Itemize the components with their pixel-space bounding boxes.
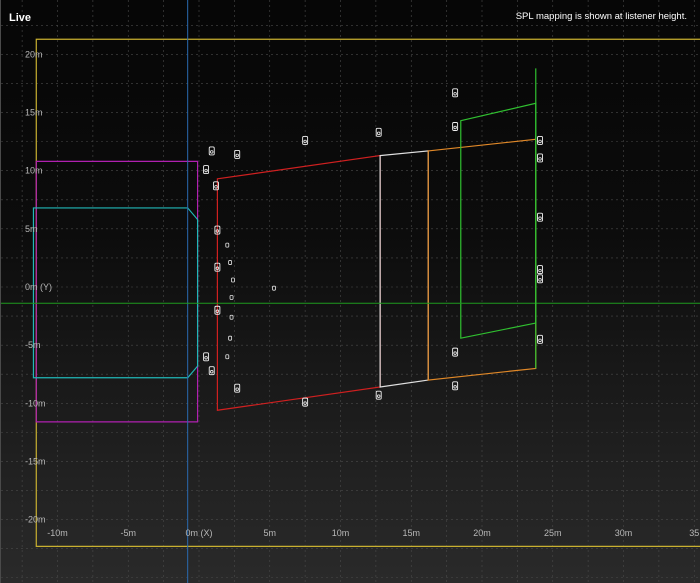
speaker-icon[interactable] — [537, 274, 543, 284]
zone-audience-white — [379, 150, 429, 388]
x-tick-label: 25m — [544, 528, 562, 538]
y-tick-label: 0m (Y) — [25, 282, 52, 292]
speaker-icon[interactable] — [302, 397, 309, 407]
x-tick-label: 30m — [615, 528, 633, 538]
speaker-icon[interactable] — [537, 212, 543, 222]
zones — [32, 38, 700, 547]
grid — [1, 0, 700, 583]
y-tick-label: -10m — [25, 398, 46, 408]
zone-stage-magenta — [35, 160, 199, 423]
x-tick-label: 0m (X) — [186, 528, 213, 538]
mic-icon[interactable] — [225, 354, 230, 360]
zone-audience-red — [216, 154, 381, 411]
mic-icon[interactable] — [228, 335, 233, 341]
x-tick-label: 15m — [402, 528, 420, 538]
speaker-icon[interactable] — [452, 88, 459, 98]
axis-labels: -10m -5m 0m (X) 5m 10m 15m 20m 25m 30m 35 20m 15m 10… — [25, 49, 699, 538]
speaker-icon[interactable] — [375, 127, 382, 137]
y-tick-label: -20m — [25, 515, 46, 525]
speaker-icon[interactable] — [203, 352, 210, 362]
x-tick-label: 10m — [332, 528, 350, 538]
speaker-icon[interactable] — [452, 381, 459, 391]
y-tick-label: 5m — [25, 224, 38, 234]
speaker-markers[interactable] — [203, 88, 543, 407]
speaker-icon[interactable] — [537, 153, 543, 163]
reference-lines — [1, 0, 700, 583]
speaker-icon[interactable] — [208, 146, 215, 156]
x-tick-label: 35 — [689, 528, 699, 538]
spl-view[interactable]: -10m -5m 0m (X) 5m 10m 15m 20m 25m 30m 35 20m 15m 10… — [0, 0, 700, 583]
view-title: Live — [9, 12, 32, 24]
speaker-icon[interactable] — [203, 165, 210, 174]
x-tick-label: -10m — [47, 528, 68, 538]
speaker-icon[interactable] — [537, 265, 543, 275]
mic-icon[interactable] — [231, 277, 235, 283]
speaker-icon[interactable] — [375, 390, 382, 400]
speaker-icon[interactable] — [208, 366, 215, 376]
speaker-icon[interactable] — [537, 334, 543, 344]
y-tick-label: -15m — [25, 456, 46, 466]
speaker-icon[interactable] — [452, 347, 459, 357]
spl-plot-canvas[interactable]: -10m -5m 0m (X) 5m 10m 15m 20m 25m 30m 35 20m 15m 10… — [1, 0, 700, 583]
x-tick-label: 5m — [263, 528, 276, 538]
mic-icon[interactable] — [228, 260, 233, 265]
speaker-icon[interactable] — [452, 122, 459, 131]
zone-outer-bounds — [35, 38, 700, 547]
y-tick-label: 10m — [25, 166, 43, 176]
speaker-icon[interactable] — [302, 136, 309, 145]
y-tick-label: -5m — [25, 340, 41, 350]
mic-icon[interactable] — [229, 295, 234, 300]
zone-stage-cyan — [32, 207, 199, 379]
y-tick-label: 20m — [25, 49, 43, 59]
spl-notice: SPL mapping is shown at listener height. — [515, 11, 687, 22]
x-tick-label: 20m — [473, 528, 491, 538]
speaker-icon[interactable] — [537, 136, 543, 145]
mic-icon[interactable] — [225, 242, 230, 248]
speaker-icon[interactable] — [234, 149, 241, 159]
speaker-icon[interactable] — [234, 383, 241, 393]
x-tick-label: -5m — [121, 528, 137, 538]
y-tick-label: 15m — [25, 108, 43, 118]
